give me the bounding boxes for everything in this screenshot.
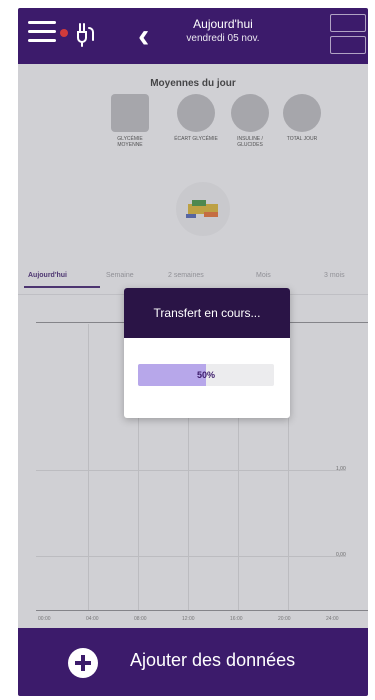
transfer-dialog: Transfert en cours... 50% <box>124 288 290 418</box>
top-right-button-2[interactable] <box>330 36 366 54</box>
plug-icon[interactable] <box>74 22 96 48</box>
dialog-title: Transfert en cours... <box>124 288 290 338</box>
top-bar: ‹ Aujourd'hui vendredi 05 nov. <box>18 8 368 64</box>
progress-label: 50% <box>196 370 215 380</box>
plus-circle-icon[interactable] <box>68 648 98 678</box>
progress-bar: 50% <box>138 364 274 386</box>
add-data-label[interactable]: Ajouter des données <box>130 650 295 671</box>
add-data-bar[interactable]: Ajouter des données <box>18 628 368 696</box>
menu-icon[interactable] <box>28 21 68 43</box>
header-title-block: Aujourd'hui vendredi 05 nov. <box>168 16 278 46</box>
top-right-buttons <box>330 14 368 58</box>
page-subtitle: vendredi 05 nov. <box>186 33 260 44</box>
app-frame: ‹ Aujourd'hui vendredi 05 nov. Moyennes … <box>18 8 368 696</box>
page-title: Aujourd'hui <box>193 17 253 31</box>
chevron-left-icon[interactable]: ‹ <box>138 19 149 53</box>
top-right-button-1[interactable] <box>330 14 366 32</box>
notification-dot <box>60 29 68 37</box>
